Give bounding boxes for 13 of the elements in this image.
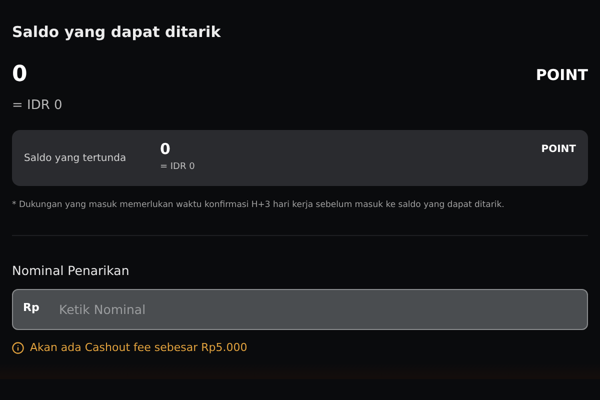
pending-unit: POINT <box>541 142 576 156</box>
balance-amount: 0 <box>12 64 28 86</box>
fee-warning: Akan ada Cashout fee sebesar Rp5.000 <box>30 340 248 356</box>
info-icon <box>12 342 24 354</box>
idr-equivalent: = IDR 0 <box>12 97 64 115</box>
pending-idr: = IDR 0 <box>160 160 195 174</box>
pending-amount: 0 <box>160 142 172 156</box>
unit-label: POINT <box>536 64 588 86</box>
pending-label: Saldo yang tertunda <box>24 152 128 166</box>
section-title: Saldo yang dapat ditarik <box>12 22 222 43</box>
note-text: * Dukungan yang masuk memerlukan waktu konfirmasi H+3 hari kerja sebelum masuk ke saldo yang dapat ditarik. <box>12 198 506 212</box>
currency-prefix: Rp <box>23 302 40 313</box>
field-label: Nominal Penarikan <box>12 262 130 280</box>
